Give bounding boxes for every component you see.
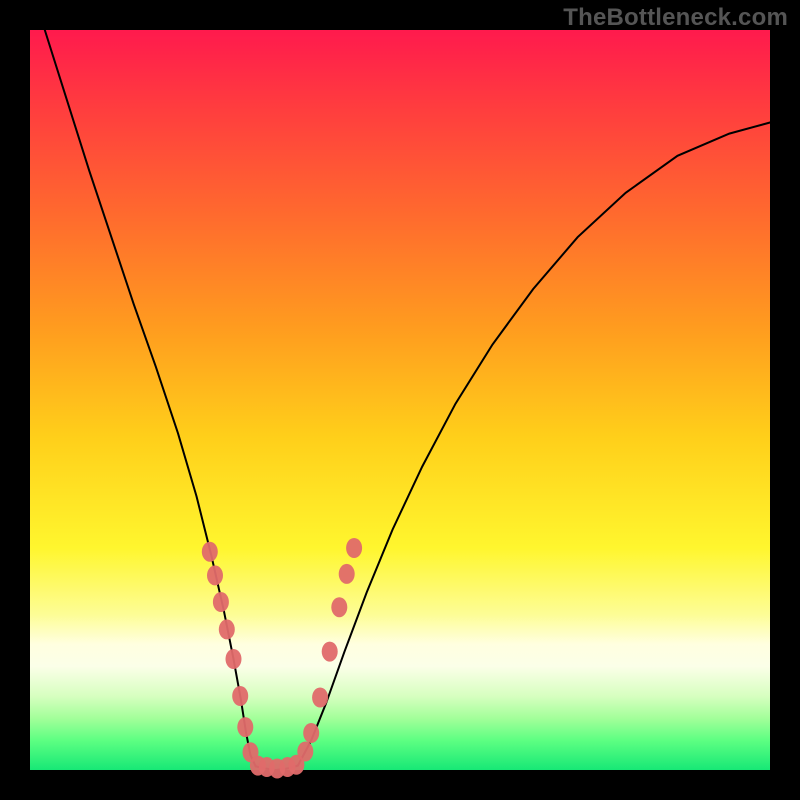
data-marker: [297, 742, 313, 762]
data-marker: [312, 688, 328, 708]
curve-left-arm: [45, 30, 256, 766]
marker-group: [202, 538, 362, 779]
data-marker: [303, 723, 319, 743]
data-marker: [339, 564, 355, 584]
data-marker: [232, 686, 248, 706]
curve-layer: [30, 30, 770, 770]
data-marker: [207, 565, 223, 585]
plot-area: [30, 30, 770, 770]
data-marker: [213, 592, 229, 612]
data-marker: [202, 542, 218, 562]
data-marker: [322, 642, 338, 662]
attribution-label: TheBottleneck.com: [563, 4, 788, 32]
data-marker: [346, 538, 362, 558]
data-marker: [219, 619, 235, 639]
curve-right-arm: [298, 123, 770, 766]
data-marker: [237, 717, 253, 737]
chart-frame: TheBottleneck.com: [0, 0, 800, 800]
data-marker: [331, 597, 347, 617]
data-marker: [226, 649, 242, 669]
